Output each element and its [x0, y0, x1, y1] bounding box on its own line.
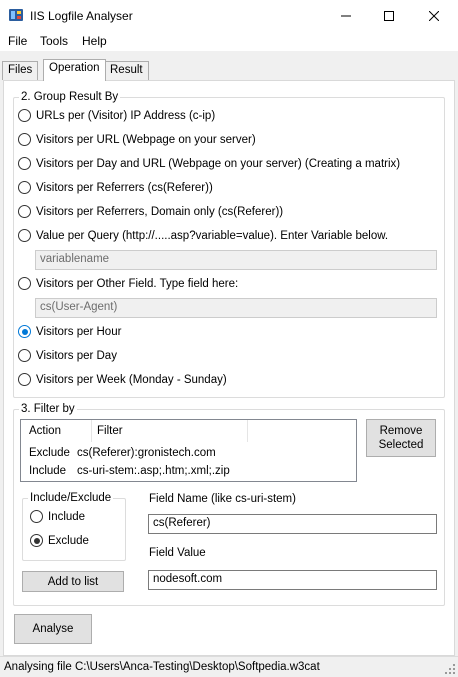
list-item[interactable]: Include cs-uri-stem:.asp;.htm;.xml;.zip — [21, 462, 356, 480]
radio-circle[interactable] — [18, 133, 31, 146]
menu-help[interactable]: Help — [82, 34, 107, 48]
radio-circle[interactable] — [18, 181, 31, 194]
tab-files[interactable]: Files — [2, 61, 39, 80]
tab-result[interactable]: Result — [104, 61, 149, 80]
group-legend: 2. Group Result By — [21, 91, 119, 103]
radio-circle[interactable] — [18, 205, 31, 218]
radio-include[interactable]: Include — [30, 510, 85, 523]
radio-circle[interactable] — [18, 277, 31, 290]
add-to-list-button[interactable]: Add to list — [22, 571, 124, 592]
radio-visitors-per-hour[interactable]: Visitors per Hour — [18, 325, 121, 338]
field-value-input[interactable]: nodesoft.com — [148, 570, 437, 590]
radio-label: Visitors per Referrers, Domain only (cs(… — [36, 205, 284, 218]
menu-file[interactable]: File — [8, 34, 27, 48]
radio-label: Visitors per Week (Monday - Sunday) — [36, 373, 227, 386]
radio-visitors-per-other-field[interactable]: Visitors per Other Field. Type field her… — [18, 277, 238, 290]
radio-label: Visitors per Day and URL (Webpage on you… — [36, 157, 401, 170]
radio-label: Visitors per URL (Webpage on your server… — [36, 133, 256, 146]
radio-label: Visitors per Hour — [36, 325, 122, 338]
window-title: IIS Logfile Analyser — [30, 9, 133, 23]
radio-label: Visitors per Referrers (cs(Referer)) — [36, 181, 213, 194]
include-exclude-legend: Include/Exclude — [30, 492, 112, 504]
radio-visitors-per-referrer-domain[interactable]: Visitors per Referrers, Domain only (cs(… — [18, 205, 283, 218]
status-text: Analysing file C:\Users\Anca-Testing\Des… — [4, 661, 320, 673]
query-variable-input[interactable]: variablename — [35, 250, 437, 270]
radio-visitors-per-referrers[interactable]: Visitors per Referrers (cs(Referer)) — [18, 181, 213, 194]
title-bar: IIS Logfile Analyser — [0, 0, 458, 31]
radio-label: Value per Query (http://.....asp?variabl… — [36, 229, 389, 242]
radio-circle[interactable] — [18, 373, 31, 386]
filter-list[interactable]: Action Filter Exclude cs(Referer):gronis… — [20, 419, 357, 482]
radio-label: Include — [48, 510, 86, 523]
radio-circle[interactable] — [18, 157, 31, 170]
tab-strip: Files Operation Result — [0, 51, 458, 81]
radio-circle[interactable] — [30, 534, 43, 547]
radio-label: URLs per (Visitor) IP Address (c-ip) — [36, 109, 216, 122]
row-action: Exclude — [29, 447, 70, 459]
tab-operation[interactable]: Operation — [43, 59, 106, 81]
maximize-icon — [383, 10, 394, 21]
minimize-button[interactable] — [323, 0, 368, 31]
remove-selected-label: Remove Selected — [378, 425, 424, 451]
analyse-label: Analyse — [32, 623, 74, 635]
status-bar: Analysing file C:\Users\Anca-Testing\Des… — [0, 656, 458, 677]
radio-label: Visitors per Other Field. Type field her… — [36, 277, 239, 290]
radio-visitors-per-day-url[interactable]: Visitors per Day and URL (Webpage on you… — [18, 157, 400, 170]
radio-label: Exclude — [48, 534, 89, 547]
other-field-input[interactable]: cs(User-Agent) — [35, 298, 437, 318]
remove-selected-button[interactable]: Remove Selected — [366, 419, 436, 457]
minimize-icon — [340, 15, 351, 16]
radio-label: Visitors per Day — [36, 349, 117, 362]
add-to-list-label: Add to list — [47, 575, 99, 588]
radio-circle[interactable] — [18, 325, 31, 338]
radio-value-per-query[interactable]: Value per Query (http://.....asp?variabl… — [18, 229, 388, 242]
resize-grip-icon[interactable] — [445, 664, 456, 675]
radio-circle[interactable] — [18, 109, 31, 122]
row-filter: cs-uri-stem:.asp;.htm;.xml;.zip — [77, 465, 230, 477]
filter-legend: 3. Filter by — [21, 403, 75, 415]
field-value-label: Field Value — [149, 547, 206, 559]
app-icon — [9, 9, 23, 21]
close-button[interactable] — [411, 0, 456, 31]
list-header: Action Filter — [21, 422, 356, 440]
radio-circle[interactable] — [18, 229, 31, 242]
menu-tools[interactable]: Tools — [40, 34, 68, 48]
radio-visitors-per-week[interactable]: Visitors per Week (Monday - Sunday) — [18, 373, 227, 386]
radio-circle[interactable] — [30, 510, 43, 523]
radio-circle[interactable] — [18, 349, 31, 362]
radio-exclude[interactable]: Exclude — [30, 534, 89, 547]
column-header-filter[interactable]: Filter — [97, 425, 123, 437]
radio-urls-per-ip[interactable]: URLs per (Visitor) IP Address (c-ip) — [18, 109, 215, 122]
field-name-label: Field Name (like cs-uri-stem) — [149, 493, 296, 505]
radio-visitors-per-day[interactable]: Visitors per Day — [18, 349, 117, 362]
maximize-button[interactable] — [366, 0, 411, 31]
list-item[interactable]: Exclude cs(Referer):gronistech.com — [21, 444, 356, 462]
radio-visitors-per-url[interactable]: Visitors per URL (Webpage on your server… — [18, 133, 256, 146]
include-exclude-group: Include/Exclude — [22, 492, 126, 561]
menu-bar: File Tools Help — [0, 31, 458, 51]
analyse-button[interactable]: Analyse — [14, 614, 92, 644]
close-icon — [428, 10, 439, 21]
column-header-action[interactable]: Action — [29, 425, 61, 437]
row-filter: cs(Referer):gronistech.com — [77, 447, 216, 459]
field-name-input[interactable]: cs(Referer) — [148, 514, 437, 534]
row-action: Include — [29, 465, 67, 477]
